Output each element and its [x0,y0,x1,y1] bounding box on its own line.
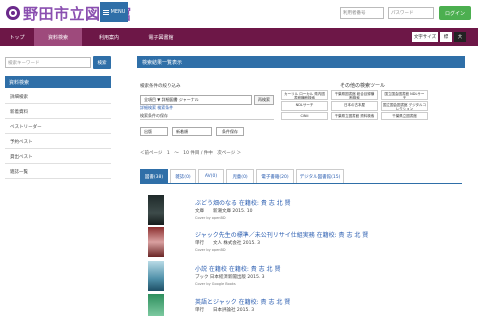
book-title-link[interactable]: 英語とジャック 在籍校: 貴 志 北 賢 [195,297,290,306]
other-tool-link[interactable]: 国立国会図書館 NDLサーチ [381,90,428,100]
book-cover-image[interactable] [148,294,164,316]
sidebar-item-new-arrivals[interactable]: 新着資料 [5,104,111,119]
tab-digital-library[interactable]: デジタル図書館(15) [296,169,344,183]
font-size-label: 文字サイズ [412,32,438,42]
other-tool-link[interactable]: NDLサーチ [281,101,328,111]
book-meta: 単行 文人 株式会社 2015. 3 [195,241,261,246]
book-meta: 文庫 新潮文庫 2015. 10 [195,209,253,214]
font-size-large-button[interactable]: 大 [454,32,466,42]
sidebar-search-input[interactable]: 検索キーワード [5,57,91,68]
book-meta: 単行 日本評論社 2015. 3 [195,308,255,313]
site-header: 野田市立図書館 MENU 利用者番号 パスワード ログイン [0,0,478,26]
book-cover-image[interactable] [148,195,164,225]
other-tools-title: その他の検索ツール [340,83,386,89]
other-tool-link[interactable]: CiNii [281,112,328,120]
other-tools-grid: カーリル ローカル 県内図書館横断検索 千葉県図書館 総合目録横断検索 国立国会… [281,90,461,120]
sidebar-item-reserve-best[interactable]: 予約ベスト [5,134,111,149]
sidebar-header: 資料検索 [5,76,111,88]
tabs-underline [140,183,462,184]
other-tool-link[interactable]: 千葉県立図書館 [381,112,428,120]
book-cover-image[interactable] [148,227,164,257]
cover-credit: Cover by Google Books [195,282,236,286]
menu-label: MENU [110,9,126,15]
other-tool-link[interactable]: 日本の古本屋 [331,101,378,111]
nav-item-digital[interactable]: 電子図書館 [136,28,186,46]
result-item: ぶどう畑のなる 在籍校: 貴 志 北 賢 文庫 新潮文庫 2015. 10 Co… [140,195,462,225]
tab-av[interactable]: AV(0) [198,169,224,183]
book-title-link[interactable]: ジャック先生の標準／未公刊リサイ仕組実務 在籍校: 貴 志 北 賢 [195,230,368,239]
page: 野田市立図書館 MENU 利用者番号 パスワード ログイン トップ 資料検索 利… [0,0,478,316]
save-condition-button[interactable]: 条件保存 [216,127,244,136]
hamburger-icon [102,9,109,15]
tab-magazines[interactable]: 雑誌(0) [170,169,196,183]
nav-item-guide[interactable]: 利用案内 [82,28,136,46]
user-id-input[interactable]: 利用者番号 [340,7,384,19]
other-tool-link[interactable]: 千葉県図書館 総合目録横断検索 [331,90,378,100]
font-size-standard-button[interactable]: 標 [440,32,452,42]
login-button[interactable]: ログイン [439,6,471,20]
sidebar-item-loan-best[interactable]: 貸出ベスト [5,149,111,164]
sidebar-item-best-reader[interactable]: ベストリーダー [5,119,111,134]
pagination[interactable]: ＜前ページ 1 ～ 10 件目 / 件中 次ページ ＞ [140,150,241,156]
divider [140,119,274,120]
logo-mark-icon [6,6,20,20]
sidebar-item-detail-search[interactable]: 詳細検索 [5,89,111,104]
other-tool-link[interactable]: 千葉県立図書館 資料検索 [331,112,378,120]
cover-credit: Cover by openBD [195,216,226,220]
password-input[interactable]: パスワード [388,7,434,19]
book-meta: ブック 日本経済新聞出版 2015. 3 [195,275,265,280]
conditions-label: 検索条件の絞り込み [140,84,181,89]
tab-books[interactable]: 図書(38) [140,169,168,183]
tab-children[interactable]: 児童(0) [226,169,254,183]
result-item: 小説 在籍校 在籍校: 貴 志 北 賢 ブック 日本経済新聞出版 2015. 3… [140,261,462,291]
tab-ebooks[interactable]: 電子書籍(20) [256,169,294,183]
main-nav: トップ 資料検索 利用案内 電子図書館 文字サイズ 標 大 [0,28,478,46]
book-title-link[interactable]: ぶどう畑のなる 在籍校: 貴 志 北 賢 [195,198,291,207]
search-field-select[interactable]: 全項目 ▼ 詳細図書 ジャーナル [140,95,252,105]
sidebar-search-button[interactable]: 検索 [93,56,111,69]
sidebar-item-magazines[interactable]: 雑誌一覧 [5,164,111,179]
other-tool-link[interactable]: 国立国会図書館 デジタルコレクション [381,101,428,111]
cover-credit: Cover by openBD [195,248,226,252]
result-item: ジャック先生の標準／未公刊リサイ仕組実務 在籍校: 貴 志 北 賢 単行 文人 … [140,227,462,257]
detail-search-link[interactable]: 詳細検索 検索条件 [140,105,173,111]
menu-button[interactable]: MENU [100,2,128,22]
book-cover-image[interactable] [148,261,164,291]
sort-order-select[interactable]: 新着順 [172,127,212,136]
page-title: 検索結果一覧表示 [137,56,465,68]
research-button[interactable]: 再検索 [254,95,274,105]
book-title-link[interactable]: 小説 在籍校 在籍校: 貴 志 北 賢 [195,264,280,273]
result-item: 英語とジャック 在籍校: 貴 志 北 賢 単行 日本評論社 2015. 3 [140,294,462,316]
nav-item-search[interactable]: 資料検索 [34,28,82,46]
nav-item-top[interactable]: トップ [0,28,34,46]
sort-field-select[interactable]: 出版 [140,127,168,136]
other-tool-link[interactable]: カーリル ローカル 県内図書館横断検索 [281,90,328,100]
